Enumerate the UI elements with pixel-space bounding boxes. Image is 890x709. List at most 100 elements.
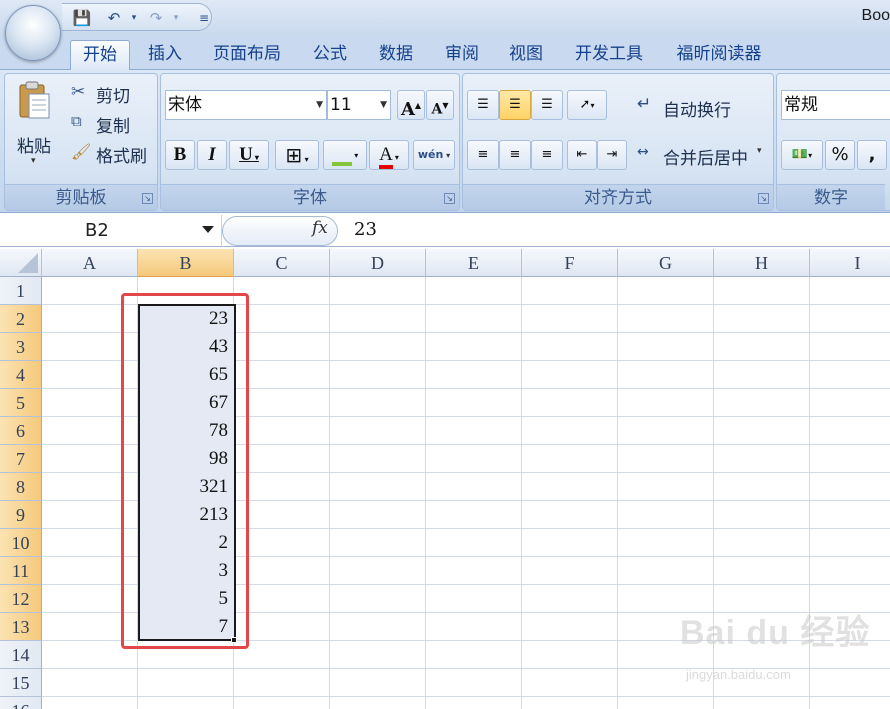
- tab-insert[interactable]: 插入: [140, 40, 190, 70]
- column-header-h[interactable]: H: [714, 249, 810, 277]
- column-gridline: [521, 277, 522, 709]
- decrease-indent-button[interactable]: ⇤: [567, 140, 597, 170]
- column-header-c[interactable]: C: [234, 249, 330, 277]
- row-header-2[interactable]: 2: [0, 305, 42, 333]
- scissors-icon: ✂: [71, 82, 86, 102]
- underline-button[interactable]: U ▾: [229, 140, 269, 170]
- tab-foxit-reader[interactable]: 福昕阅读器: [666, 40, 772, 70]
- customize-qat-icon[interactable]: ≡: [194, 9, 214, 27]
- tab-review[interactable]: 审阅: [436, 40, 488, 70]
- column-gridline: [425, 277, 426, 709]
- row-header-16[interactable]: 16: [0, 697, 42, 709]
- select-all-corner[interactable]: [0, 249, 42, 277]
- merge-center-icon: ↔: [637, 144, 649, 160]
- clipboard-launcher-icon[interactable]: ↘: [142, 193, 153, 204]
- merge-center-dropdown-icon[interactable]: ▾: [757, 146, 762, 156]
- percent-button[interactable]: %: [825, 140, 855, 170]
- tab-developer[interactable]: 开发工具: [564, 40, 654, 70]
- undo-icon[interactable]: ↶: [104, 9, 124, 27]
- tab-page-layout[interactable]: 页面布局: [204, 40, 290, 70]
- row-header-6[interactable]: 6: [0, 417, 42, 445]
- paste-dropdown-icon[interactable]: ▾: [31, 156, 36, 166]
- save-icon[interactable]: 💾: [72, 9, 92, 27]
- column-header-d[interactable]: D: [330, 249, 426, 277]
- column-header-a[interactable]: A: [42, 249, 138, 277]
- name-box-dropdown-icon[interactable]: [202, 226, 214, 233]
- tab-view[interactable]: 视图: [500, 40, 552, 70]
- font-color-icon: A: [379, 145, 393, 169]
- row-header-1[interactable]: 1: [0, 277, 42, 305]
- format-painter-button[interactable]: 格式刷: [96, 142, 147, 167]
- column-header-g[interactable]: G: [618, 249, 714, 277]
- tab-data[interactable]: 数据: [370, 40, 422, 70]
- font-launcher-icon[interactable]: ↘: [444, 193, 455, 204]
- align-left-button[interactable]: ≡: [467, 140, 499, 170]
- insert-function-icon[interactable]: fx: [312, 218, 328, 238]
- number-format-value: 常规: [784, 95, 818, 115]
- cell-b15[interactable]: [138, 669, 232, 697]
- phonetic-button[interactable]: wén ▾: [413, 140, 455, 170]
- row-header-15[interactable]: 15: [0, 669, 42, 697]
- align-top-icon: ☰: [477, 97, 489, 112]
- align-right-button[interactable]: ≡: [531, 140, 563, 170]
- row-header-8[interactable]: 8: [0, 473, 42, 501]
- number-format-combo[interactable]: 常规: [781, 90, 890, 120]
- name-box-value: B2: [85, 220, 109, 241]
- font-name-combo[interactable]: 宋体 ▼: [165, 90, 327, 120]
- row-header-5[interactable]: 5: [0, 389, 42, 417]
- cut-button[interactable]: 剪切: [96, 82, 130, 107]
- row-header-14[interactable]: 14: [0, 641, 42, 669]
- paste-button[interactable]: 粘贴: [17, 132, 51, 157]
- office-button[interactable]: [5, 5, 61, 61]
- shrink-font-button[interactable]: A▼: [426, 90, 454, 120]
- row-header-9[interactable]: 9: [0, 501, 42, 529]
- redo-icon[interactable]: ↷: [146, 9, 166, 27]
- currency-button[interactable]: 💵▾: [781, 140, 823, 170]
- alignment-launcher-icon[interactable]: ↘: [758, 193, 769, 204]
- align-bottom-icon: ☰: [541, 97, 553, 112]
- clipboard-group: 粘贴 ▾ ✂ 剪切 ⧉ 复制 🖌 格式刷 剪贴板 ↘: [4, 73, 158, 211]
- column-header-i[interactable]: I: [810, 249, 890, 277]
- font-color-button[interactable]: A ▾: [369, 140, 409, 170]
- orientation-button[interactable]: ➚▾: [567, 90, 607, 120]
- font-size-dropdown-icon[interactable]: ▼: [380, 91, 387, 119]
- align-right-icon: ≡: [541, 147, 553, 162]
- name-box[interactable]: B2: [0, 215, 222, 247]
- font-size-combo[interactable]: 11 ▼: [327, 90, 391, 120]
- row-header-4[interactable]: 4: [0, 361, 42, 389]
- tab-home[interactable]: 开始: [70, 40, 130, 70]
- tab-formulas[interactable]: 公式: [304, 40, 356, 70]
- row-header-7[interactable]: 7: [0, 445, 42, 473]
- row-header-13[interactable]: 13: [0, 613, 42, 641]
- fill-color-button[interactable]: ▾: [323, 140, 367, 170]
- column-header-e[interactable]: E: [426, 249, 522, 277]
- font-group: 宋体 ▼ 11 ▼ A▲ A▼ B I U ▾ ⊞ ▾ ▾ A ▾ wén ▾: [160, 73, 460, 211]
- row-header-3[interactable]: 3: [0, 333, 42, 361]
- borders-button[interactable]: ⊞ ▾: [275, 140, 319, 170]
- grow-font-button[interactable]: A▲: [397, 90, 425, 120]
- ribbon: 粘贴 ▾ ✂ 剪切 ⧉ 复制 🖌 格式刷 剪贴板 ↘ 宋体 ▼ 11 ▼ A▲ …: [0, 70, 890, 213]
- comma-button[interactable]: ,: [857, 140, 887, 170]
- formula-input[interactable]: 23: [354, 219, 377, 240]
- column-gridline: [617, 277, 618, 709]
- redo-dropdown-icon[interactable]: ▾: [166, 9, 186, 27]
- column-header-b[interactable]: B: [138, 249, 234, 277]
- italic-button[interactable]: I: [197, 140, 227, 170]
- align-top-button[interactable]: ☰: [467, 90, 499, 120]
- column-header-f[interactable]: F: [522, 249, 618, 277]
- align-center-button[interactable]: ≡: [499, 140, 531, 170]
- cell-b16[interactable]: [138, 697, 232, 709]
- wrap-text-button[interactable]: 自动换行: [663, 96, 731, 121]
- row-header-11[interactable]: 11: [0, 557, 42, 585]
- merge-center-button[interactable]: 合并后居中: [663, 144, 748, 169]
- align-bottom-button[interactable]: ☰: [531, 90, 563, 120]
- undo-dropdown-icon[interactable]: ▾: [124, 9, 144, 27]
- paste-icon[interactable]: [17, 80, 51, 120]
- align-middle-button[interactable]: ☰: [499, 90, 531, 120]
- font-name-dropdown-icon[interactable]: ▼: [316, 91, 323, 119]
- copy-button[interactable]: 复制: [96, 112, 130, 137]
- increase-indent-button[interactable]: ⇥: [597, 140, 627, 170]
- row-header-12[interactable]: 12: [0, 585, 42, 613]
- bold-button[interactable]: B: [165, 140, 195, 170]
- row-header-10[interactable]: 10: [0, 529, 42, 557]
